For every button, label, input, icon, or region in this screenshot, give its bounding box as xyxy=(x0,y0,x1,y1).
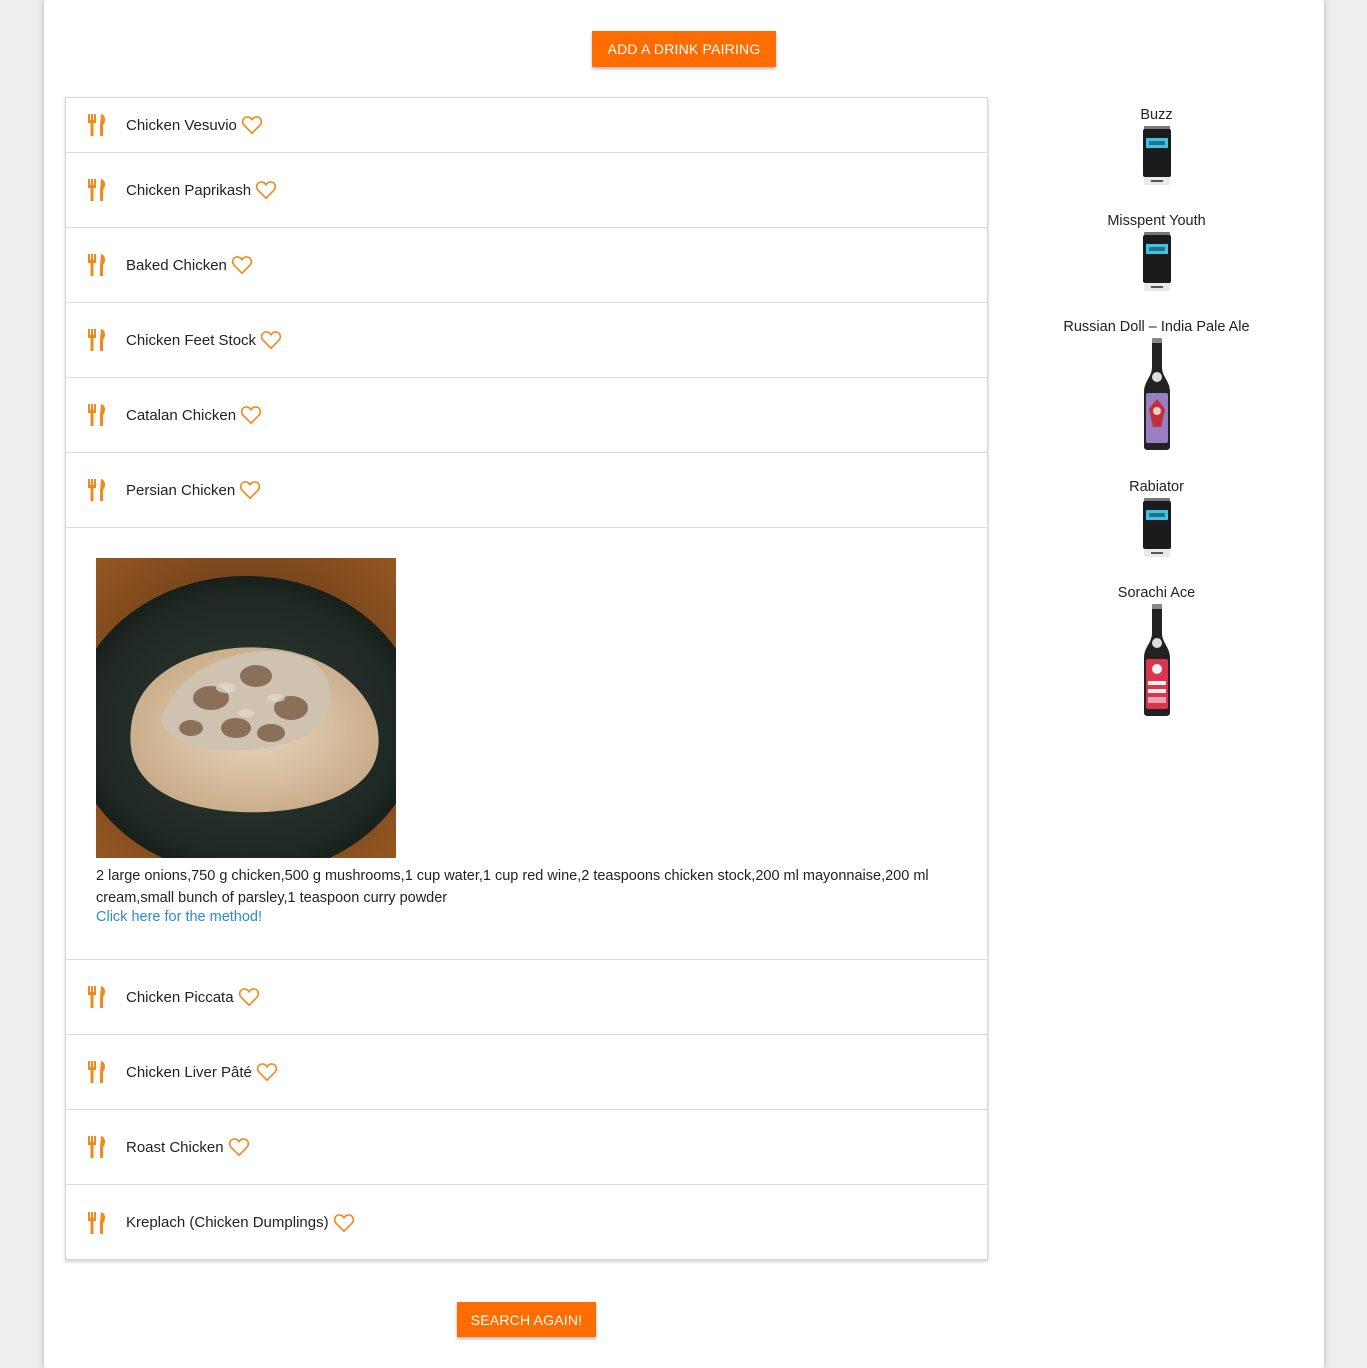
fork-knife-icon xyxy=(88,479,106,501)
beer-can-icon xyxy=(1142,232,1171,291)
recipe-title: Chicken Paprikash xyxy=(126,181,252,199)
recipe-title: Chicken Vesuvio xyxy=(126,116,237,134)
fork-knife-icon xyxy=(88,404,106,426)
heart-outline-icon[interactable] xyxy=(238,987,260,1007)
beer-bottle-icon xyxy=(1143,604,1170,716)
search-again-button[interactable]: SEARCH AGAIN! xyxy=(457,1302,596,1337)
recipe-row[interactable]: Roast Chicken xyxy=(66,1110,987,1185)
heart-outline-icon[interactable] xyxy=(333,1213,355,1233)
add-drink-pairing-button[interactable]: ADD A DRINK PAIRING xyxy=(592,31,776,67)
recipe-title: Chicken Feet Stock xyxy=(126,331,257,349)
heart-outline-icon[interactable] xyxy=(228,1137,250,1157)
drink-name: Buzz xyxy=(1140,107,1173,123)
recipe-image xyxy=(96,558,396,858)
recipe-title: Baked Chicken xyxy=(126,256,227,274)
recipe-row[interactable]: Catalan Chicken xyxy=(66,378,987,453)
recipe-row[interactable]: Chicken Paprikash xyxy=(66,153,987,228)
heart-outline-icon[interactable] xyxy=(231,255,253,275)
beer-can-icon xyxy=(1142,126,1171,185)
drink-item[interactable]: Rabiator xyxy=(1034,477,1279,559)
drink-item[interactable]: Sorachi Ace xyxy=(1034,583,1279,717)
heart-outline-icon[interactable] xyxy=(255,180,277,200)
recipe-title: Kreplach (Chicken Dumplings) xyxy=(126,1214,329,1231)
fork-knife-icon xyxy=(88,114,106,136)
ingredients-text: 2 large onions,750 g chicken,500 g mushr… xyxy=(96,868,929,906)
fork-knife-icon xyxy=(88,1211,106,1234)
fork-knife-icon xyxy=(88,329,106,351)
drink-name: Sorachi Ace xyxy=(1117,585,1196,601)
recipe-details: 2 large onions,750 g chicken,500 g mushr… xyxy=(66,528,987,960)
drink-name: Misspent Youth xyxy=(1107,213,1206,229)
fork-knife-icon xyxy=(88,179,106,201)
beer-can-icon xyxy=(1142,498,1171,557)
recipe-row[interactable]: Persian Chicken xyxy=(66,453,987,528)
drink-item[interactable]: Buzz xyxy=(1034,105,1279,187)
recipe-row[interactable]: Chicken Feet Stock xyxy=(66,303,987,378)
drink-name: Russian Doll – India Pale Ale xyxy=(1063,319,1250,335)
recipe-photo xyxy=(96,558,396,858)
recipe-title: Chicken Liver Pâté xyxy=(126,1063,252,1081)
fork-knife-icon xyxy=(88,254,106,276)
recipe-title: Chicken Piccata xyxy=(126,988,234,1006)
fork-knife-icon xyxy=(88,1136,106,1158)
drink-item[interactable]: Misspent Youth xyxy=(1034,211,1279,293)
recipe-title: Roast Chicken xyxy=(126,1138,224,1156)
heart-outline-icon[interactable] xyxy=(239,480,261,500)
method-link[interactable]: Click here for the method! xyxy=(96,909,262,925)
heart-outline-icon[interactable] xyxy=(241,115,263,135)
beer-bottle-icon xyxy=(1143,338,1170,450)
recipe-list: Chicken Vesuvio Chicken Paprikash Baked … xyxy=(65,97,988,1260)
heart-outline-icon[interactable] xyxy=(260,330,282,350)
page: ADD A DRINK PAIRING Chicken Vesuvio Chic… xyxy=(44,0,1324,1368)
recipe-row[interactable]: Chicken Piccata xyxy=(66,960,987,1035)
recipe-row[interactable]: Chicken Vesuvio xyxy=(66,98,987,153)
fork-knife-icon xyxy=(88,986,106,1008)
heart-outline-icon[interactable] xyxy=(240,405,262,425)
recipe-row[interactable]: Baked Chicken xyxy=(66,228,987,303)
recipe-row[interactable]: Chicken Liver Pâté xyxy=(66,1035,987,1110)
recipe-title: Persian Chicken xyxy=(126,481,236,499)
fork-knife-icon xyxy=(88,1061,106,1083)
heart-outline-icon[interactable] xyxy=(256,1062,278,1082)
drink-item[interactable]: Russian Doll – India Pale Ale xyxy=(1034,317,1279,451)
drink-name: Rabiator xyxy=(1129,479,1184,495)
recipe-title: Catalan Chicken xyxy=(126,406,237,424)
recipe-row[interactable]: Kreplach (Chicken Dumplings) xyxy=(66,1185,987,1260)
